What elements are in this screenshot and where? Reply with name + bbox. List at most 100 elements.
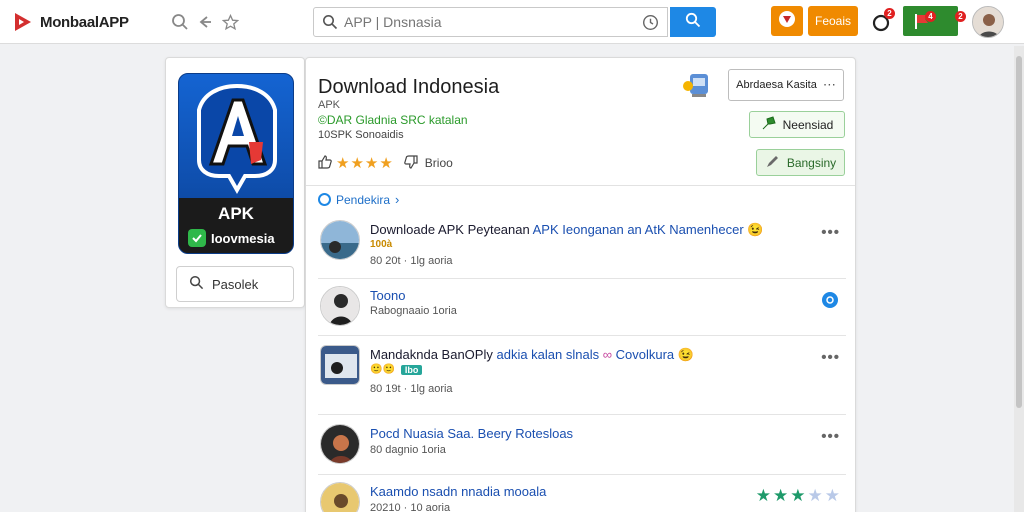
developer-badge-icon xyxy=(682,72,716,100)
search-input[interactable] xyxy=(314,8,667,36)
chevron-right-icon: › xyxy=(395,192,400,207)
item-thumbnail xyxy=(320,220,360,260)
item-meta: 20210 · 10 aoria xyxy=(370,502,451,512)
item-title-link[interactable]: Pocd Nuasia Saa. Beery Rotesloas xyxy=(370,426,573,441)
app-icon-label: APK xyxy=(218,204,254,223)
store-button[interactable] xyxy=(771,6,803,36)
app-icon-sublabel: Ioovmesia xyxy=(211,230,275,246)
star-icon[interactable] xyxy=(220,12,240,32)
item-title: Kaamdo nsadn nnadia mooala xyxy=(370,484,546,499)
item-title-link[interactable]: APK Ieonganan an AtK Namenhecer xyxy=(533,222,744,237)
app-icon-sublabel-row: Ioovmesia xyxy=(188,229,275,247)
more-icon: ⋯ xyxy=(822,77,836,92)
scrollbar-thumb[interactable] xyxy=(1016,56,1022,408)
list-item[interactable]: Kaamdo nsadn nnadia mooala 20210 · 10 ao… xyxy=(318,482,846,512)
logo-icon xyxy=(12,11,34,33)
search-icon xyxy=(189,275,204,293)
more-options-icon[interactable]: ••• xyxy=(821,349,840,366)
page-title: Download Indonesia xyxy=(318,76,500,98)
search-bar[interactable] xyxy=(313,7,668,37)
item-title: Toono xyxy=(370,288,405,303)
item-title-link[interactable]: adkia kalan slnals xyxy=(496,347,599,362)
more-options-icon[interactable]: ••• xyxy=(821,224,840,241)
item-meta: Rabognaaio 1oria xyxy=(370,305,457,317)
search-button[interactable] xyxy=(670,7,716,37)
section-link[interactable]: Pendekira › xyxy=(318,192,399,207)
item-title: Pocd Nuasia Saa. Beery Rotesloas xyxy=(370,426,573,441)
logo-text: MonbaalAPP xyxy=(40,13,129,31)
item-divider xyxy=(318,278,846,279)
download-button[interactable]: Neensiad xyxy=(749,111,845,138)
rating-text: Brioo xyxy=(424,156,453,170)
glasses-icon: ∞ xyxy=(602,347,613,362)
rating-row: ★★★★ Brioo xyxy=(318,154,453,172)
item-thumbnail xyxy=(320,286,360,326)
pen-icon xyxy=(765,153,781,172)
item-rating-stars: ★★★★★ xyxy=(756,486,842,506)
app-icon: APK Ioovmesia xyxy=(178,73,294,254)
item-title: Downloade APK Peyteanan APK Ieonganan an… xyxy=(370,222,764,238)
install-button[interactable]: Bangsiny xyxy=(756,149,845,176)
notifications-button[interactable]: 2 xyxy=(870,8,895,34)
messages-button[interactable]: 4 2 xyxy=(903,6,966,36)
section-divider xyxy=(306,185,855,186)
item-divider xyxy=(318,474,846,475)
section-link-label: Pendekira xyxy=(336,192,391,207)
list-item[interactable]: Pocd Nuasia Saa. Beery Rotesloas 80 dagn… xyxy=(318,424,846,468)
notification-ring-icon xyxy=(870,14,894,38)
app-size: 10SPK Sonoaidis xyxy=(318,129,404,141)
app-subtitle: APK xyxy=(318,99,341,111)
notification-badge: 2 xyxy=(884,8,895,19)
item-thumbnail xyxy=(320,482,360,512)
item-tag: Ibo xyxy=(400,364,423,375)
list-item[interactable]: Downloade APK Peyteanan APK Ieonganan an… xyxy=(318,220,846,270)
rating-stars: ★★★★ xyxy=(336,155,394,172)
verified-icon[interactable] xyxy=(822,292,838,308)
item-meta: 80 20t · 1lg aoria xyxy=(370,255,453,267)
list-item[interactable]: Toono Rabognaaio 1oria xyxy=(318,286,846,330)
orange-action-button[interactable]: Feoais xyxy=(808,6,858,36)
messages-badge-2: 2 xyxy=(955,11,966,22)
list-item[interactable]: Mandaknda BanOPly adkia kalan slnals ∞ C… xyxy=(318,345,846,401)
star-icon: ★ xyxy=(755,486,773,505)
thumbs-up-icon[interactable] xyxy=(318,154,332,172)
star-icon: ★ xyxy=(790,486,808,505)
item-title-link[interactable]: Toono xyxy=(370,288,405,303)
top-bar: MonbaalAPP Feoais 2 xyxy=(0,0,1024,44)
item-title-text: Mandaknda BanOPly xyxy=(370,347,493,362)
thumbs-down-icon[interactable] xyxy=(404,154,418,172)
download-icon xyxy=(761,115,777,134)
messages-badge: 4 xyxy=(925,11,936,22)
more-options-icon[interactable]: ••• xyxy=(821,428,840,445)
back-icon[interactable] xyxy=(195,12,215,32)
star-icon: ★ xyxy=(824,486,842,505)
item-title-tail[interactable]: Covolkura xyxy=(616,347,675,362)
search-icon xyxy=(685,12,701,33)
search-icon xyxy=(322,14,338,30)
item-meta: 80 19t · 1lg aoria xyxy=(370,383,453,395)
secondary-action-button[interactable]: Abrdaesa Kasita ⋯ xyxy=(728,69,844,101)
item-emoji: 😉 xyxy=(677,347,694,362)
star-icon: ★ xyxy=(807,486,825,505)
item-badge: 🙂🙂 xyxy=(370,364,395,375)
star-icon: ★ xyxy=(773,486,791,505)
item-thumbnail xyxy=(320,424,360,464)
item-title-link[interactable]: Kaamdo nsadn nnadia mooala xyxy=(370,484,546,499)
app-developer[interactable]: ©DAR Gladnia SRC katalan xyxy=(318,113,468,127)
app-details-panel: Download Indonesia APK ©DAR Gladnia SRC … xyxy=(305,57,856,512)
user-avatar[interactable] xyxy=(972,6,1004,38)
search-icon[interactable] xyxy=(170,12,190,32)
store-icon xyxy=(777,9,797,34)
item-badge: 100à xyxy=(370,239,393,250)
item-title-text: Downloade APK Peyteanan xyxy=(370,222,530,237)
item-badge-row: 🙂🙂 Ibo xyxy=(370,364,423,375)
check-icon xyxy=(188,229,206,247)
item-emoji: 😉 xyxy=(747,222,764,237)
item-divider xyxy=(318,414,846,415)
app-logo[interactable]: MonbaalAPP xyxy=(12,11,129,33)
item-divider xyxy=(318,335,846,336)
download-label: Neensiad xyxy=(782,117,834,132)
app-search-button[interactable]: Pasolek xyxy=(176,266,294,302)
clock-icon[interactable] xyxy=(642,14,659,31)
app-card: APK Ioovmesia Pasolek xyxy=(165,57,305,308)
